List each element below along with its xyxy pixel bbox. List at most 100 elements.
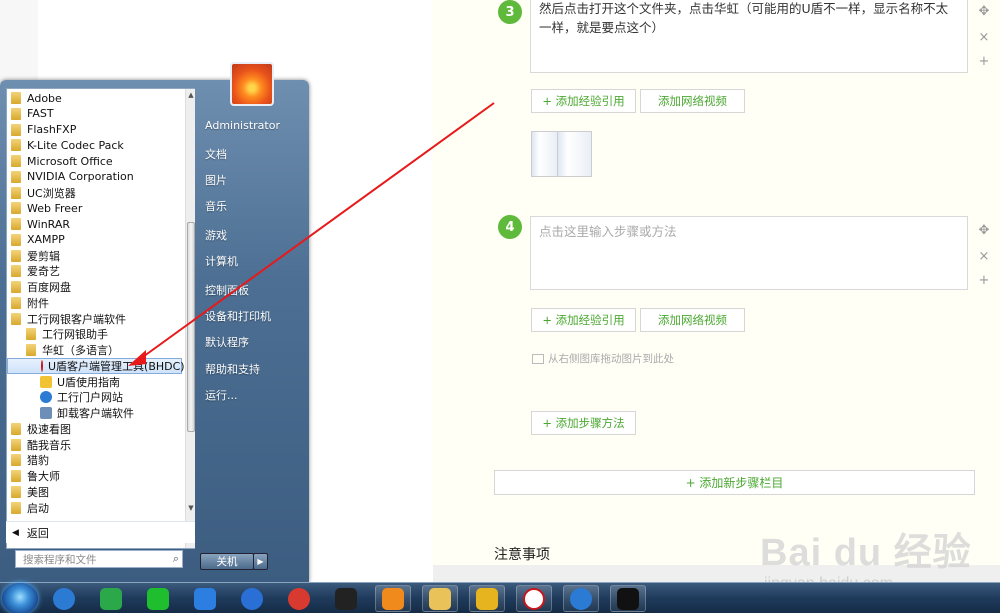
program-item[interactable]: 工行门户网站 [7,389,182,405]
add-method-button[interactable]: + 添加步骤方法 [531,411,636,435]
shutdown-options-icon[interactable]: ▶ [253,553,268,570]
add-video-button[interactable]: 添加网络视频 [640,308,745,332]
folder-icon [26,344,36,356]
program-item[interactable]: 启动 [7,500,182,516]
program-item[interactable]: 附件 [7,295,182,311]
taskbar-button[interactable] [187,585,223,612]
start-menu-link[interactable]: 控制面板 [205,282,249,298]
add-icon[interactable]: + [976,272,992,288]
netease-music-icon [288,587,310,610]
taskbar-button[interactable] [516,585,552,612]
program-item[interactable]: Microsoft Office [7,153,182,169]
start-menu-link[interactable]: 文档 [205,146,227,162]
taskbar-button[interactable] [563,585,599,612]
program-item[interactable]: 鲁大师 [7,468,182,484]
scroll-up-icon[interactable]: ▲ [186,90,196,100]
program-label: 工行网银助手 [42,328,108,342]
uc-browser-icon [382,587,404,610]
program-label: 百度网盘 [27,281,71,294]
program-item[interactable]: 酷我音乐 [7,437,182,453]
move-icon[interactable]: ✥ [976,222,992,238]
start-menu-link[interactable]: 运行... [205,387,238,403]
folder-icon [11,470,21,482]
program-item[interactable]: 爱奇艺 [7,263,182,279]
folder-icon [11,92,21,104]
start-menu-link[interactable]: 帮助和支持 [205,361,260,377]
taskbar-button[interactable] [234,585,270,612]
close-icon[interactable]: × [976,248,992,264]
taskbar-button[interactable] [46,585,82,612]
start-menu-link[interactable]: 音乐 [205,198,227,214]
program-item[interactable]: 美图 [7,484,182,500]
program-item[interactable]: 百度网盘 [7,279,182,295]
program-label: 卸载客户端软件 [57,407,134,420]
step-image-thumbnail[interactable] [557,131,592,177]
all-programs-list: Adobe FAST FlashFXP K-Lite Codec Pack Micros… [6,88,195,549]
program-item[interactable]: 极速看图 [7,421,182,437]
taskbar-button[interactable] [281,585,317,612]
program-label: XAMPP [27,233,65,247]
move-icon[interactable]: ✥ [976,3,992,19]
folder-icon [11,485,21,498]
program-label: 极速看图 [27,422,71,436]
back-button[interactable]: ◀ 返回 [6,521,195,543]
program-item[interactable]: UC浏览器 [7,185,182,201]
program-item[interactable]: K-Lite Codec Pack [7,137,182,153]
taskbar-button[interactable] [469,585,505,612]
start-button[interactable] [2,583,38,613]
taskbar-button[interactable] [140,585,176,612]
search-icon[interactable]: ⌕ [173,552,179,566]
add-icon[interactable]: + [976,53,992,69]
start-menu-link[interactable]: 默认程序 [205,334,249,350]
media-player-icon [100,587,122,610]
start-menu-link[interactable]: 游戏 [205,227,227,243]
step-4-textbox[interactable]: 点击这里输入步骤或方法 [530,216,968,290]
add-new-step-bar[interactable]: + 添加新步骤栏目 [494,470,975,495]
program-item[interactable]: 工行网银客户端软件 [7,311,182,327]
user-avatar[interactable] [230,62,274,106]
taskbar-button[interactable] [375,585,411,612]
programs-scrollbar[interactable]: ▲ ▼ [185,89,195,548]
program-item[interactable]: U盾使用指南 [7,374,182,390]
program-item[interactable]: 卸载客户端软件 [7,405,182,421]
program-item[interactable]: FlashFXP [7,122,182,138]
program-item[interactable]: U盾客户端管理工具(BHDC) [7,357,185,374]
program-item[interactable]: XAMPP [7,232,182,248]
program-item[interactable]: 华虹（多语言） [7,342,182,358]
taskbar-button[interactable] [422,585,458,612]
add-reference-button[interactable]: + 添加经验引用 [531,89,636,113]
program-item[interactable]: NVIDIA Corporation [7,169,182,185]
drag-hint-text: 从右侧图库拖动图片到此处 [548,353,674,365]
program-item[interactable]: FAST [7,106,182,122]
start-menu-link[interactable]: 设备和打印机 [205,308,271,324]
start-menu-link[interactable]: 计算机 [205,253,238,269]
program-item[interactable]: Adobe [7,90,182,106]
program-label: FAST [27,107,54,121]
program-label: 工行网银客户端软件 [27,312,126,326]
taskbar-button[interactable] [610,585,646,612]
step-image-thumbnail[interactable] [531,131,558,177]
folder-icon [11,170,21,183]
scroll-down-icon[interactable]: ▼ [186,503,196,513]
taskbar-button[interactable] [93,585,129,612]
search-input[interactable]: 搜索程序和文件 ⌕ [15,550,183,568]
user-name[interactable]: Administrator [205,119,280,132]
program-item[interactable]: Web Freer [7,200,182,216]
step-3-textbox[interactable]: 然后点击打开这个文件夹，点击华虹（可能用的U盾不一样，显示名称不太一样，就是要点… [530,0,968,73]
program-item[interactable]: WinRAR [7,216,182,232]
folder-icon [26,328,36,341]
add-reference-button[interactable]: + 添加经验引用 [531,308,636,332]
help-doc-icon [40,375,52,388]
folder-icon [11,281,21,293]
program-item[interactable]: 爱剪辑 [7,248,182,264]
program-item[interactable]: 猎豹 [7,452,182,468]
start-menu-link[interactable]: 图片 [205,172,227,188]
taskbar-button[interactable] [328,585,364,612]
folder-icon [11,422,21,435]
add-video-button[interactable]: 添加网络视频 [640,89,745,113]
close-icon[interactable]: × [976,29,992,45]
shutdown-button[interactable]: 关机 [200,553,254,570]
program-item[interactable]: 工行网银助手 [7,326,182,342]
scroll-thumb[interactable] [187,222,195,432]
watermark-logo-text: Bai du 经验 [760,532,972,574]
